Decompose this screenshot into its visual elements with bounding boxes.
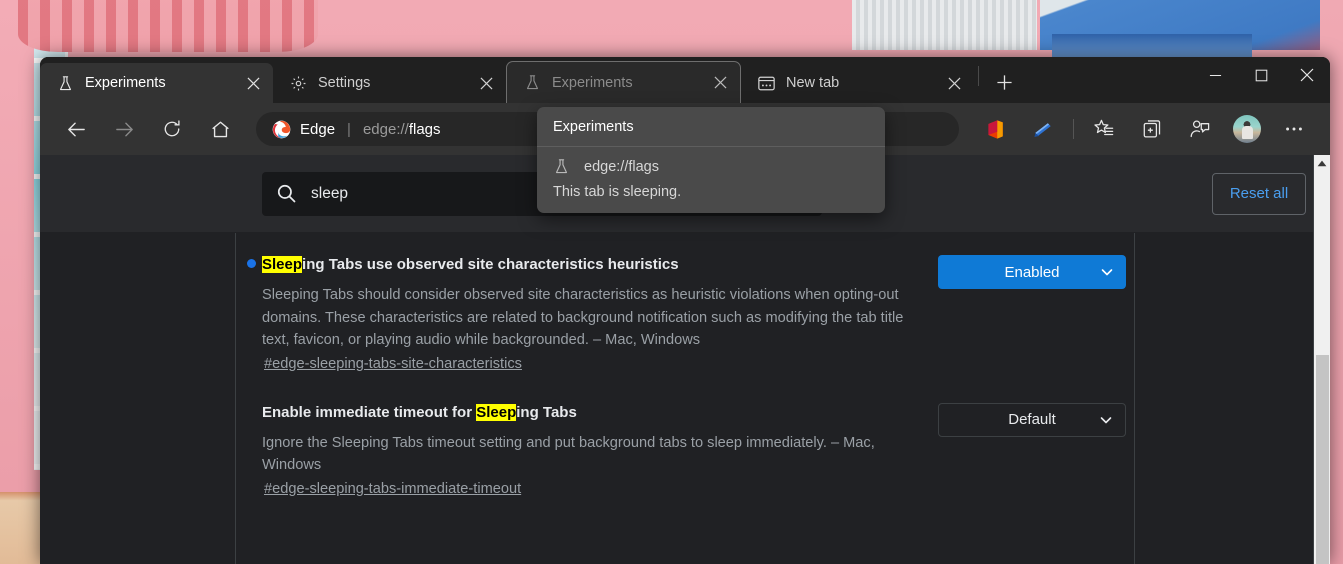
omnibox-url-scheme: edge:// — [363, 121, 409, 138]
office-icon[interactable] — [977, 111, 1013, 147]
close-icon[interactable] — [472, 69, 500, 97]
refresh-icon[interactable] — [154, 111, 190, 147]
experiment-control: Default — [930, 403, 1134, 437]
toolbar-separator — [1073, 119, 1074, 139]
page-viewport: sleep Reset all Sleeping Tabs use observ… — [40, 155, 1330, 564]
wallpaper-red-structure — [18, 0, 318, 52]
experiment-info: Sleeping Tabs use observed site characte… — [262, 255, 930, 373]
search-icon — [276, 183, 297, 204]
experiment-control: Enabled — [930, 255, 1134, 289]
select-value: Default — [1008, 411, 1056, 428]
tab-hover-tooltip: Experiments edge://flags This tab is sle… — [537, 107, 885, 213]
left-rail — [40, 233, 236, 564]
new-tab-button[interactable] — [987, 65, 1021, 99]
search-value: sleep — [311, 185, 348, 203]
omnibox-url-path: flags — [409, 121, 441, 138]
reset-all-button[interactable]: Reset all — [1212, 173, 1306, 215]
scroll-up-button[interactable] — [1314, 155, 1330, 172]
forward-arrow-icon[interactable] — [106, 111, 142, 147]
collections-icon[interactable] — [1134, 111, 1170, 147]
experiment-title: Enable immediate timeout for Sleeping Ta… — [262, 403, 930, 423]
window-controls — [1192, 57, 1330, 103]
reset-all-label: Reset all — [1230, 185, 1288, 202]
experiment-permalink[interactable]: #edge-sleeping-tabs-site-characteristics — [262, 356, 522, 372]
desktop-wallpaper: Experiments Settings — [0, 0, 1343, 564]
flags-page: sleep Reset all Sleeping Tabs use observ… — [40, 155, 1330, 564]
chevron-down-icon — [1099, 413, 1113, 427]
tab-strip: Experiments Settings — [40, 57, 1330, 103]
omnibox-brand: Edge — [300, 121, 335, 138]
close-icon[interactable] — [706, 69, 734, 97]
tooltip-state: This tab is sleeping. — [553, 184, 869, 200]
title-after: ing Tabs — [516, 404, 577, 421]
title-after: ing Tabs use observed site characteristi… — [302, 256, 679, 273]
tooltip-title: Experiments — [537, 107, 885, 147]
tooltip-url: edge://flags — [584, 159, 659, 175]
experiment-select[interactable]: Default — [938, 403, 1126, 437]
flags-body: Sleeping Tabs use observed site characte… — [40, 233, 1330, 564]
search-highlight: Sleep — [476, 404, 516, 421]
newtab-icon — [757, 74, 775, 92]
experiment-row: Sleeping Tabs use observed site characte… — [262, 255, 1134, 373]
tab-separator — [978, 66, 979, 86]
flask-icon — [56, 74, 74, 92]
tooltip-body: edge://flags This tab is sleeping. — [537, 147, 885, 213]
tab-title: Experiments — [552, 75, 700, 91]
chevron-down-icon — [1100, 265, 1114, 279]
browser-window: Experiments Settings — [40, 57, 1330, 564]
flask-icon — [523, 74, 541, 92]
tooltip-url-row: edge://flags — [553, 158, 869, 175]
tab-new-tab[interactable]: New tab — [741, 63, 974, 103]
close-icon[interactable] — [239, 69, 267, 97]
experiment-row: Enable immediate timeout for Sleeping Ta… — [262, 403, 1134, 498]
tab-title: Settings — [318, 75, 466, 91]
omnibox-url: edge://flags — [363, 121, 441, 138]
experiment-description: Sleeping Tabs should consider observed s… — [262, 284, 930, 352]
back-arrow-icon[interactable] — [58, 111, 94, 147]
close-icon[interactable] — [940, 69, 968, 97]
favorites-star-icon[interactable] — [1086, 111, 1122, 147]
minimize-button[interactable] — [1192, 57, 1238, 93]
tab-title: Experiments — [85, 75, 233, 91]
right-rail — [1134, 233, 1330, 564]
gear-icon — [289, 74, 307, 92]
modified-indicator-dot — [247, 259, 256, 268]
wallpaper-white-building — [852, 0, 1037, 50]
omnibox-separator: | — [347, 121, 351, 138]
experiment-permalink[interactable]: #edge-sleeping-tabs-immediate-timeout — [262, 481, 521, 497]
title-before: Enable immediate timeout for — [262, 404, 476, 421]
profile-share-icon[interactable] — [1182, 111, 1218, 147]
wallpaper-pink-panel — [0, 0, 36, 492]
experiment-description: Ignore the Sleeping Tabs timeout setting… — [262, 432, 930, 477]
maximize-button[interactable] — [1238, 57, 1284, 93]
settings-and-more-button[interactable] — [1276, 111, 1312, 147]
editor-pen-icon[interactable] — [1025, 111, 1061, 147]
tab-title: New tab — [786, 75, 934, 91]
edge-logo-icon — [272, 120, 291, 139]
tab-experiments-sleeping[interactable]: Experiments — [506, 61, 741, 103]
avatar[interactable] — [1233, 115, 1261, 143]
experiment-select[interactable]: Enabled — [938, 255, 1126, 289]
experiments-list: Sleeping Tabs use observed site characte… — [236, 233, 1134, 564]
select-value: Enabled — [1004, 264, 1059, 281]
experiment-title: Sleeping Tabs use observed site characte… — [262, 255, 930, 275]
tab-settings[interactable]: Settings — [273, 63, 506, 103]
flask-icon — [553, 158, 570, 175]
tab-experiments-active[interactable]: Experiments — [40, 63, 273, 103]
scrollbar-thumb[interactable] — [1316, 355, 1329, 564]
experiment-info: Enable immediate timeout for Sleeping Ta… — [262, 403, 930, 498]
vertical-scrollbar[interactable] — [1313, 155, 1330, 564]
home-icon[interactable] — [202, 111, 238, 147]
search-highlight: Sleep — [262, 256, 302, 273]
close-window-button[interactable] — [1284, 57, 1330, 93]
